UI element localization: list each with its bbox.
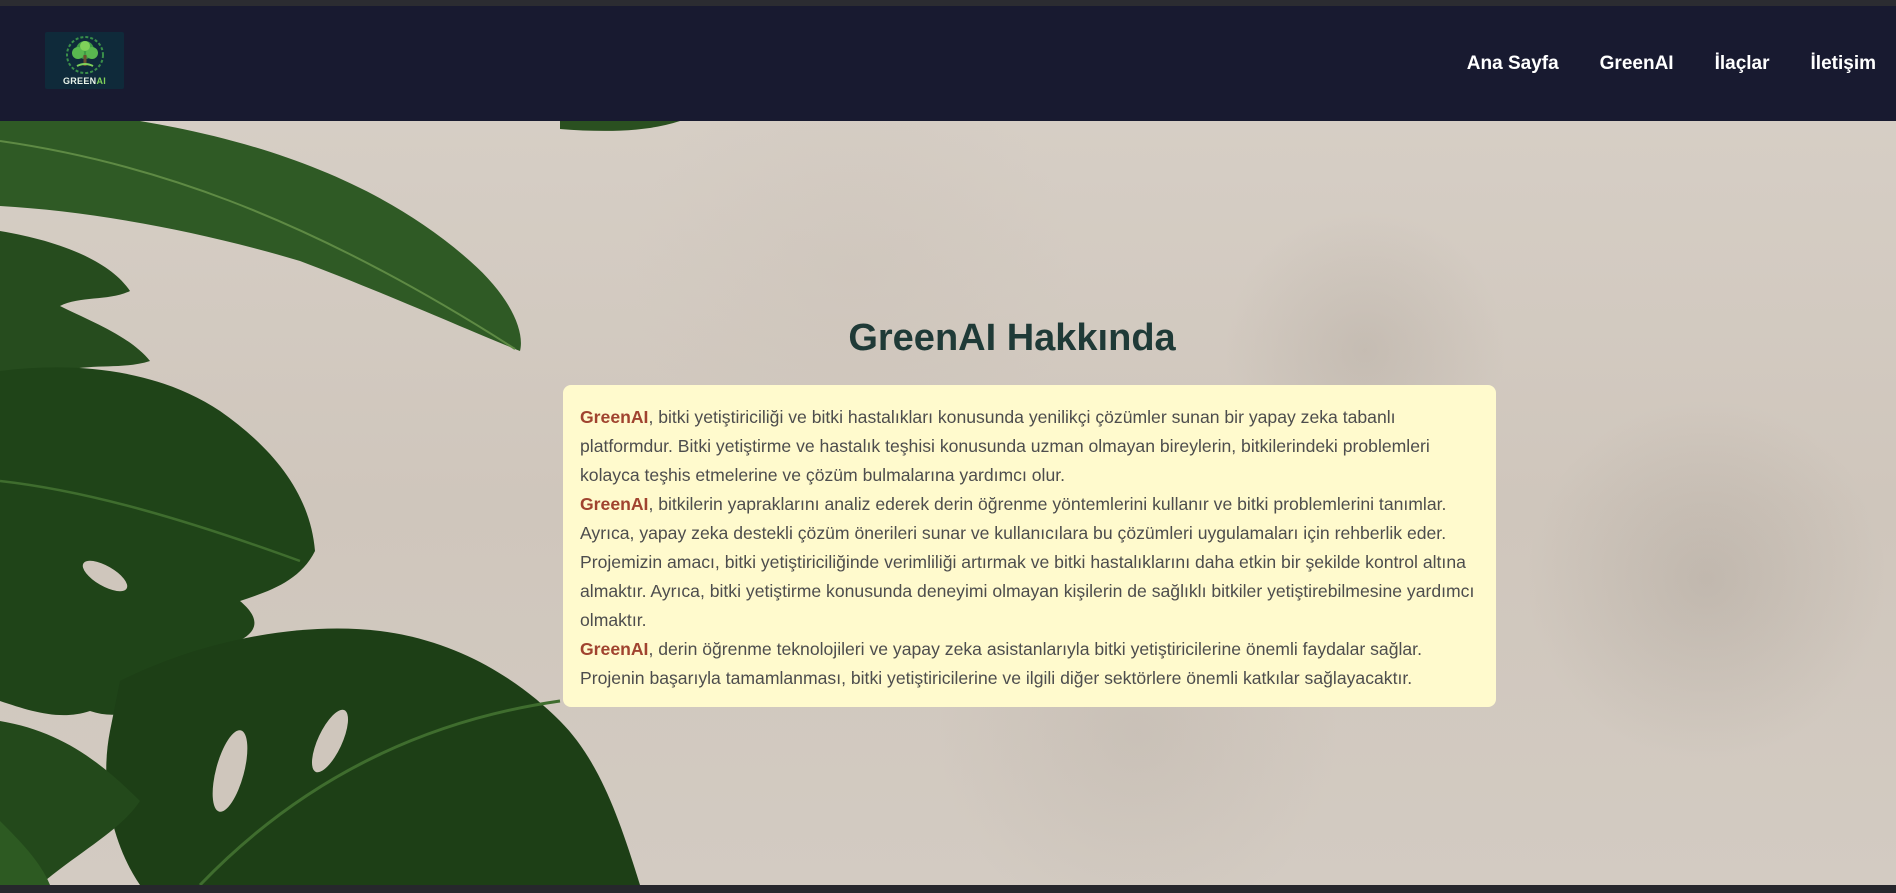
tree-logo-icon [65, 36, 104, 74]
about-paragraph-2: GreenAI, bitkilerin yapraklarını analiz … [580, 494, 1475, 630]
logo-text: GREENAI [62, 76, 107, 86]
about-paragraph-3: GreenAI, derin öğrenme teknolojileri ve … [580, 639, 1422, 688]
about-text-box: GreenAI, bitki yetiştiriciliği ve bitki … [563, 385, 1496, 707]
hero-section: GreenAI Hakkında GreenAI, bitki yetiştir… [0, 121, 1896, 885]
nav-link-medicines[interactable]: İlaçlar [1715, 52, 1770, 76]
brand-name: GreenAI [580, 407, 649, 427]
window-bottom-bar [0, 885, 1896, 893]
site-logo[interactable]: GREENAI [45, 32, 124, 89]
nav-link-contact[interactable]: İletişim [1811, 52, 1876, 76]
main-nav: Ana Sayfa GreenAI İlaçlar İletişim [1426, 52, 1876, 76]
about-paragraph-1: GreenAI, bitki yetiştiriciliği ve bitki … [580, 407, 1430, 485]
nav-link-greenai[interactable]: GreenAI [1600, 52, 1674, 76]
nav-link-home[interactable]: Ana Sayfa [1467, 52, 1559, 76]
brand-name: GreenAI [580, 494, 649, 514]
navbar: GREENAI Ana Sayfa GreenAI İlaçlar İletiş… [0, 6, 1896, 121]
brand-name: GreenAI [580, 639, 649, 659]
page-title: GreenAI Hakkında [848, 317, 1176, 359]
